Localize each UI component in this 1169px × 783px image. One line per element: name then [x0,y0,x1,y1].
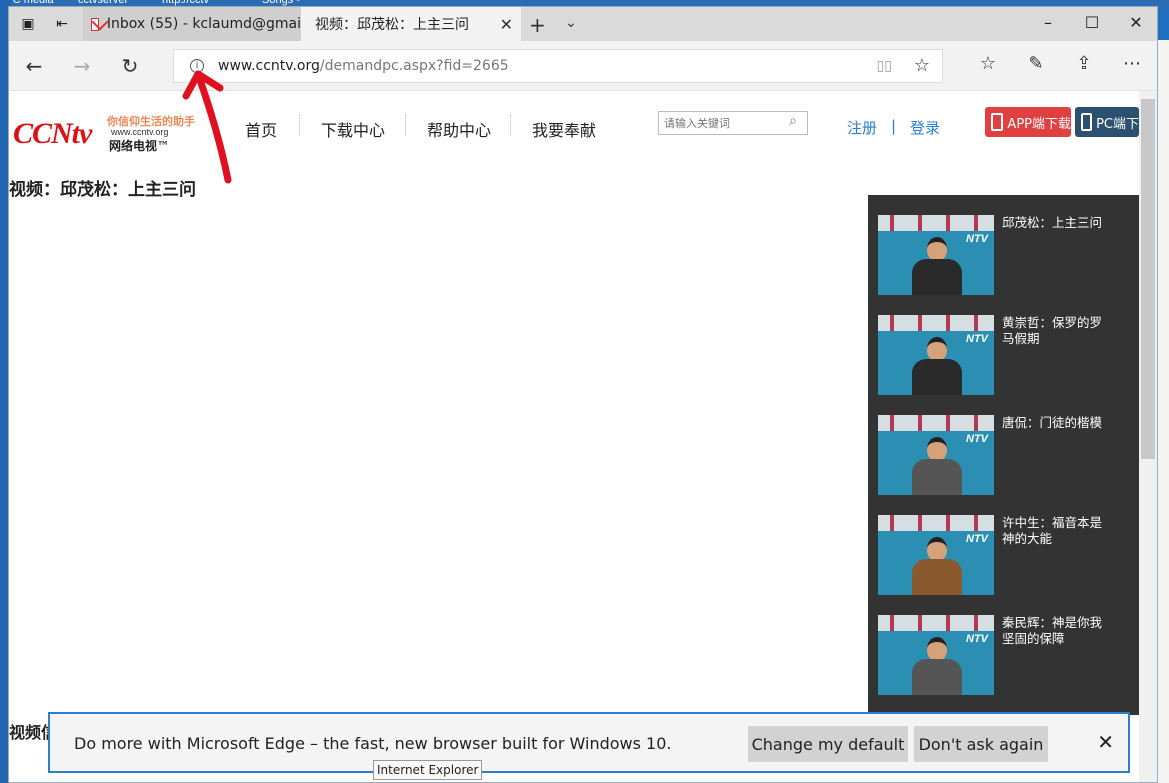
playlist-item-title[interactable]: 许中生：福音本是神的大能 [1002,515,1112,547]
tab-label: Inbox (55) - kclaumd@gmai [106,16,301,32]
favorite-star-icon[interactable]: ☆ [914,55,930,76]
dont-ask-again-button[interactable]: Don't ask again [914,726,1048,762]
playlist-item[interactable]: NTV 许中生：福音本是神的大能 [878,515,1133,597]
nav-donate[interactable]: 我要奉献 [532,117,596,141]
tooltip: Internet Explorer [373,760,483,780]
video-thumbnail[interactable]: NTV [878,315,994,395]
app-download-label: APP端下载 [1007,116,1071,132]
favorites-hub-icon[interactable]: ☆ [973,53,1003,74]
link-divider: | [891,117,897,135]
close-window-icon[interactable]: ✕ [1113,13,1157,32]
close-banner-icon[interactable]: ✕ [1097,730,1114,754]
set-aside-tabs-icon[interactable]: ⇤ [49,13,75,35]
nav-home[interactable]: 首页 [245,117,277,141]
url-text[interactable]: www.ccntv.org/demandpc.aspx?fid=2665 [218,58,509,74]
tab-video[interactable]: 视频：邱茂松：上主三问 ✕ [301,7,521,41]
web-note-icon[interactable]: ✎ [1021,53,1051,74]
forward-icon[interactable]: → [67,53,97,79]
app-download-button[interactable]: APP端下载 [985,107,1071,137]
edge-browser-window: ▣ ⇤ Inbox (55) - kclaumd@gmai 视频：邱茂松：上主三… [8,6,1158,783]
share-icon[interactable]: ⇪ [1069,53,1099,74]
tab-label: 视频：邱茂松：上主三问 [315,17,469,33]
site-search: ⌕ [658,111,808,135]
new-tab-icon[interactable]: + [529,13,546,37]
playlist-item[interactable]: NTV 黄崇哲：保罗的罗马假期 [878,315,1133,397]
logo-text: CCNtv [13,117,92,150]
maximize-icon[interactable]: ☐ [1069,13,1115,32]
edge-default-banner: Do more with Microsoft Edge – the fast, … [48,712,1130,773]
playlist-item[interactable]: NTV 唐侃：门徒的楷模 [878,415,1133,497]
pc-download-label: PC端下 [1096,116,1139,132]
playlist-item[interactable]: NTV 秦民辉：神是你我坚固的保障 [878,615,1133,697]
close-tab-icon[interactable]: ✕ [500,15,513,34]
info-icon[interactable]: i [190,59,204,73]
page-title: 视频：邱茂松：上主三问 [9,180,196,200]
address-bar[interactable]: i www.ccntv.org/demandpc.aspx?fid=2665 ▯… [173,49,943,83]
minimize-icon[interactable]: – [1025,13,1071,32]
refresh-icon[interactable]: ↻ [115,53,145,79]
nav-help-center[interactable]: 帮助中心 [427,117,491,141]
scrollbar-thumb[interactable] [1141,99,1155,459]
playlist-item-title[interactable]: 唐侃：门徒的楷模 [1002,415,1112,431]
nav-divider [510,115,511,135]
web-page: CCNtv 你信仰生活的助手 www.ccntv.org 网络电视™ 首页 下载… [9,91,1139,782]
chevron-down-icon[interactable]: ⌄ [565,15,577,31]
more-menu-icon[interactable]: ⋯ [1117,53,1147,74]
search-input[interactable] [659,112,769,135]
tab-inbox[interactable]: Inbox (55) - kclaumd@gmai [83,7,301,41]
navigation-bar: ← → ↻ i www.ccntv.org/demandpc.aspx?fid=… [9,41,1157,91]
video-playlist: NTV 邱茂松：上主三问 NTV 黄崇哲：保罗的罗马假期 NTV 唐侃：门徒的楷… [868,195,1139,715]
logo-cn-text: 网络电视™ [109,139,170,153]
video-thumbnail[interactable]: NTV [878,415,994,495]
nav-divider [405,115,406,135]
site-logo[interactable]: CCNtv 你信仰生活的助手 www.ccntv.org 网络电视™ [13,109,213,155]
playlist-item-title[interactable]: 邱茂松：上主三问 [1002,215,1112,231]
back-icon[interactable]: ← [19,53,49,79]
monitor-icon [1081,113,1093,131]
register-link[interactable]: 注册 [847,117,877,138]
nav-download-center[interactable]: 下载中心 [321,117,385,141]
logo-url: www.ccntv.org [111,127,169,137]
page-scrollbar[interactable] [1139,91,1157,782]
login-link[interactable]: 登录 [910,117,940,138]
tab-manager-icon[interactable]: ▣ [15,13,41,35]
gmail-icon [91,17,99,31]
pc-download-button[interactable]: PC端下 [1075,107,1139,137]
reading-view-icon[interactable]: ▯▯ [877,58,892,74]
playlist-item-title[interactable]: 秦民辉：神是你我坚固的保障 [1002,615,1112,647]
nav-divider [299,115,300,135]
playlist-item-title[interactable]: 黄崇哲：保罗的罗马假期 [1002,315,1112,347]
phone-icon [991,113,1004,131]
video-thumbnail[interactable]: NTV [878,615,994,695]
video-thumbnail[interactable]: NTV [878,515,994,595]
change-default-button[interactable]: Change my default [748,726,908,762]
search-icon[interactable]: ⌕ [789,113,797,129]
video-thumbnail[interactable]: NTV [878,215,994,295]
tab-bar: ▣ ⇤ Inbox (55) - kclaumd@gmai 视频：邱茂松：上主三… [9,7,1157,41]
playlist-item[interactable]: NTV 邱茂松：上主三问 [878,215,1133,297]
banner-message: Do more with Microsoft Edge – the fast, … [74,734,672,753]
